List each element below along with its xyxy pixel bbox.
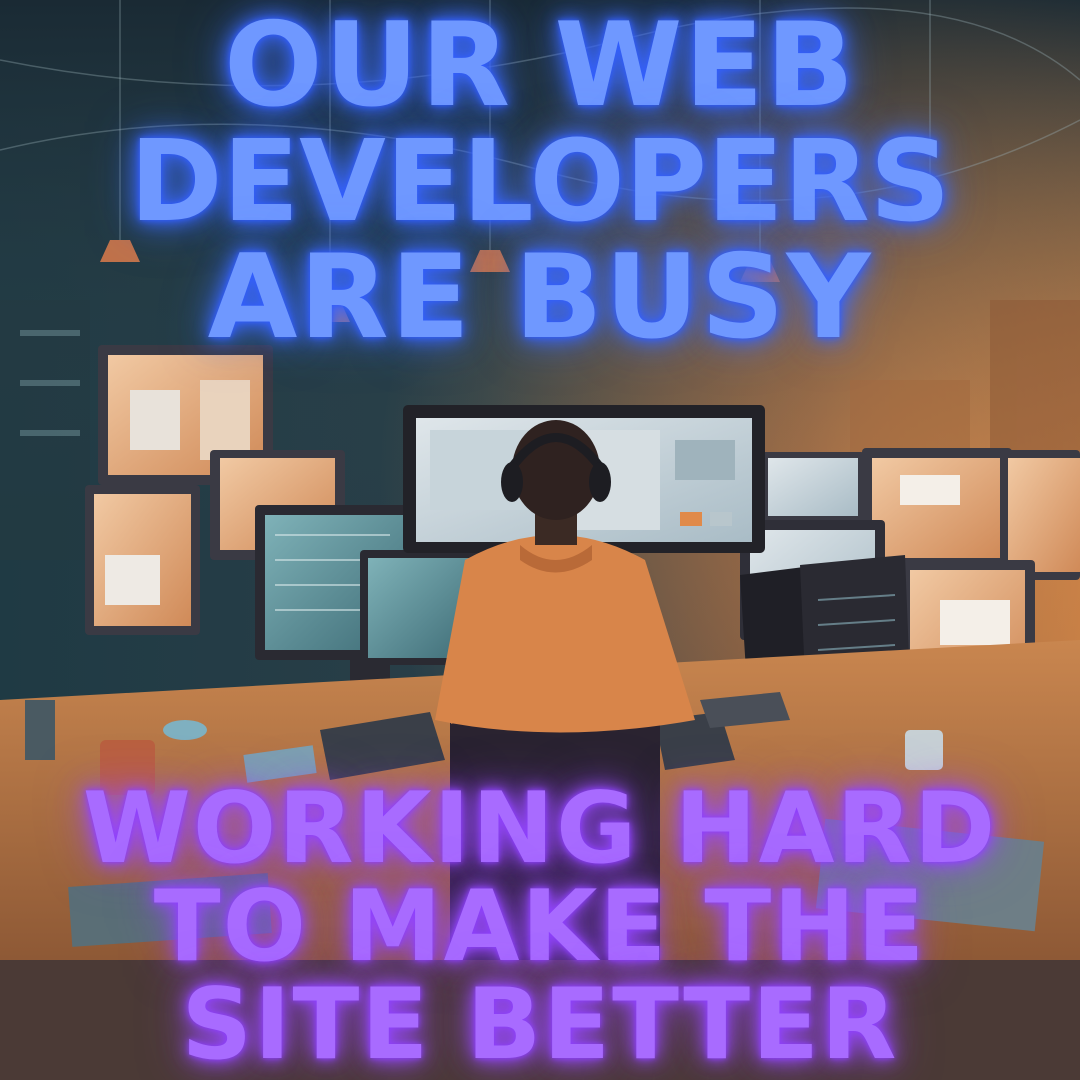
top-headline-line-3: ARE BUSY: [207, 230, 873, 365]
bottom-headline-line-2: TO MAKE THE: [153, 870, 927, 984]
top-headline-line-1: OUR WEB: [223, 0, 857, 133]
bottom-headline: WORKING HARD TO MAKE THE SITE BETTER: [0, 780, 1080, 1074]
bottom-headline-line-3: SITE BETTER: [181, 968, 899, 1080]
poster: OUR WEB DEVELOPERS ARE BUSY WORKING HARD…: [0, 0, 1080, 1080]
top-headline-line-2: DEVELOPERS: [129, 117, 951, 247]
top-headline: OUR WEB DEVELOPERS ARE BUSY: [0, 8, 1080, 356]
bottom-headline-line-1: WORKING HARD: [82, 772, 998, 886]
